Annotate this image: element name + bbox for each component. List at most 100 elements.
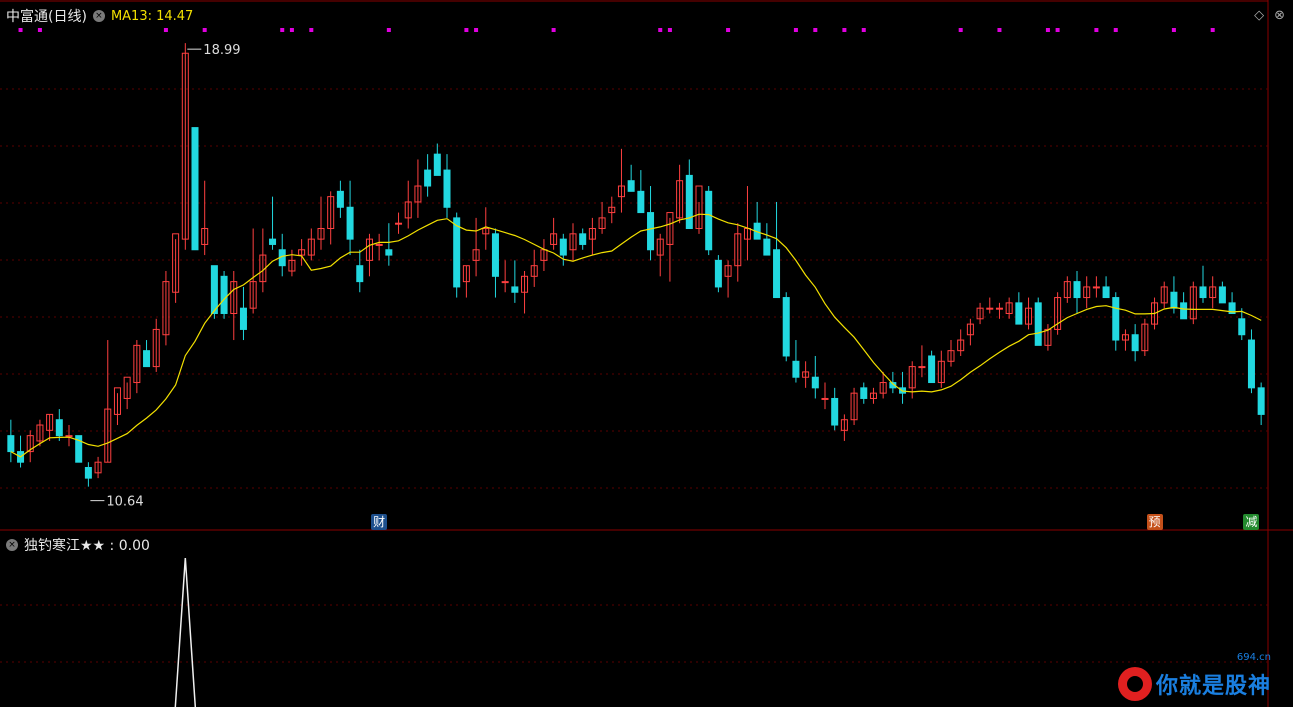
candle-body [821, 397, 829, 400]
flag-financial[interactable]: 财 [371, 514, 388, 530]
signal-marker [1171, 28, 1176, 32]
candle-body [491, 233, 499, 277]
candle-body [831, 397, 839, 426]
signal-marker [1113, 28, 1118, 32]
flag-forecast[interactable]: 预 [1146, 514, 1163, 530]
indicator-spike [174, 557, 197, 707]
candle-body [385, 249, 393, 256]
candle-body [7, 435, 15, 453]
candle-body [1092, 286, 1100, 289]
signal-marker [861, 28, 866, 32]
candle-body [1170, 291, 1178, 309]
candle-body [1199, 286, 1207, 299]
signal-marker [18, 28, 23, 32]
watermark: 你就是股神 694.cn [1117, 652, 1271, 704]
signal-marker [464, 28, 469, 32]
candle-body [191, 127, 199, 251]
signal-marker [813, 28, 818, 32]
high-label: 18.99 [203, 43, 240, 58]
candle-body [501, 281, 509, 284]
candle-body [995, 307, 1003, 310]
kline-chart[interactable]: 18.99 10.64 [0, 0, 1293, 707]
candle-body [559, 238, 567, 256]
flag-reduce[interactable]: 减 [1243, 514, 1260, 530]
candle-body [1247, 339, 1255, 389]
watermark-text: 你就是股神 [1155, 674, 1271, 699]
candle-body [453, 217, 461, 288]
candle-body [918, 366, 926, 369]
watermark-url: 694.cn [1236, 652, 1271, 663]
candle-body [647, 212, 655, 251]
signal-marker [163, 28, 168, 32]
candle-body [1102, 286, 1110, 299]
signal-marker [958, 28, 963, 32]
candle-body [637, 190, 645, 214]
candle-body [1073, 281, 1081, 299]
candle-body [395, 222, 403, 225]
candle-body [714, 259, 722, 288]
candle-body [143, 350, 151, 368]
chart-header: 中富通(日线) × MA13: 14.47 [6, 6, 193, 26]
candle-body [65, 435, 73, 438]
candle-body [1180, 302, 1188, 320]
ma-line [10, 213, 1262, 458]
candle-body [705, 190, 713, 251]
candle-body [685, 174, 693, 230]
candle-body [1112, 297, 1120, 341]
signal-marker [309, 28, 314, 32]
candle-body [792, 360, 800, 378]
candle-body [346, 206, 354, 240]
candle-body [336, 190, 344, 208]
expand-icon[interactable]: ◇ [1254, 8, 1264, 23]
signal-marker [726, 28, 731, 32]
candle-body [511, 286, 519, 293]
signal-marker [1094, 28, 1099, 32]
chart-stage: 18.99 10.64 中富通(日线) × MA13: 14.47 ◇ ⊗ 财 预… [0, 0, 1293, 707]
candle-body [55, 419, 63, 437]
signal-marker [474, 28, 479, 32]
signal-marker [37, 28, 42, 32]
candle-body [1131, 334, 1139, 352]
candle-body [269, 238, 277, 245]
stock-name[interactable]: 中富通(日线) [6, 6, 87, 26]
signal-marker [386, 28, 391, 32]
signal-marker [202, 28, 207, 32]
watermark-logo-icon [1117, 667, 1152, 701]
candle-body [773, 249, 781, 299]
candle-body [763, 238, 771, 256]
signal-marker [1045, 28, 1050, 32]
low-label: 10.64 [106, 495, 143, 510]
candle-body [210, 265, 218, 314]
ma-label: MA13: 14.47 [110, 8, 194, 24]
candle-body [579, 233, 587, 245]
candle-body [986, 307, 994, 310]
signal-marker [793, 28, 798, 32]
close-icon[interactable]: ⊗ [1274, 8, 1285, 23]
candle-body [433, 153, 441, 176]
candle-body [375, 243, 383, 246]
signal-marker [280, 28, 285, 32]
window-controls: ◇ ⊗ [1254, 8, 1285, 23]
signal-marker [1055, 28, 1060, 32]
candle-body [239, 307, 247, 330]
candle-body [220, 275, 228, 314]
candle-body [1218, 286, 1226, 304]
signal-marker [842, 28, 847, 32]
settings-circle-icon[interactable]: × [92, 10, 105, 22]
candle-body [860, 387, 868, 399]
candle-body [782, 297, 790, 357]
signal-marker [1210, 28, 1215, 32]
candle-body [1257, 387, 1265, 415]
indicator-label: 独钓寒江★★ : 0.00 [24, 538, 150, 554]
candle-body [424, 169, 432, 187]
candle-body [928, 355, 936, 384]
signal-marker [658, 28, 663, 32]
candle-body [443, 169, 451, 208]
signal-marker [667, 28, 672, 32]
candle-body [84, 467, 92, 479]
indicator-settings-icon[interactable]: × [6, 539, 18, 551]
indicator-header: × 独钓寒江★★ : 0.00 [6, 536, 150, 554]
candle-body [811, 376, 819, 389]
candle-body [1238, 318, 1246, 336]
candle-body [1034, 302, 1042, 346]
